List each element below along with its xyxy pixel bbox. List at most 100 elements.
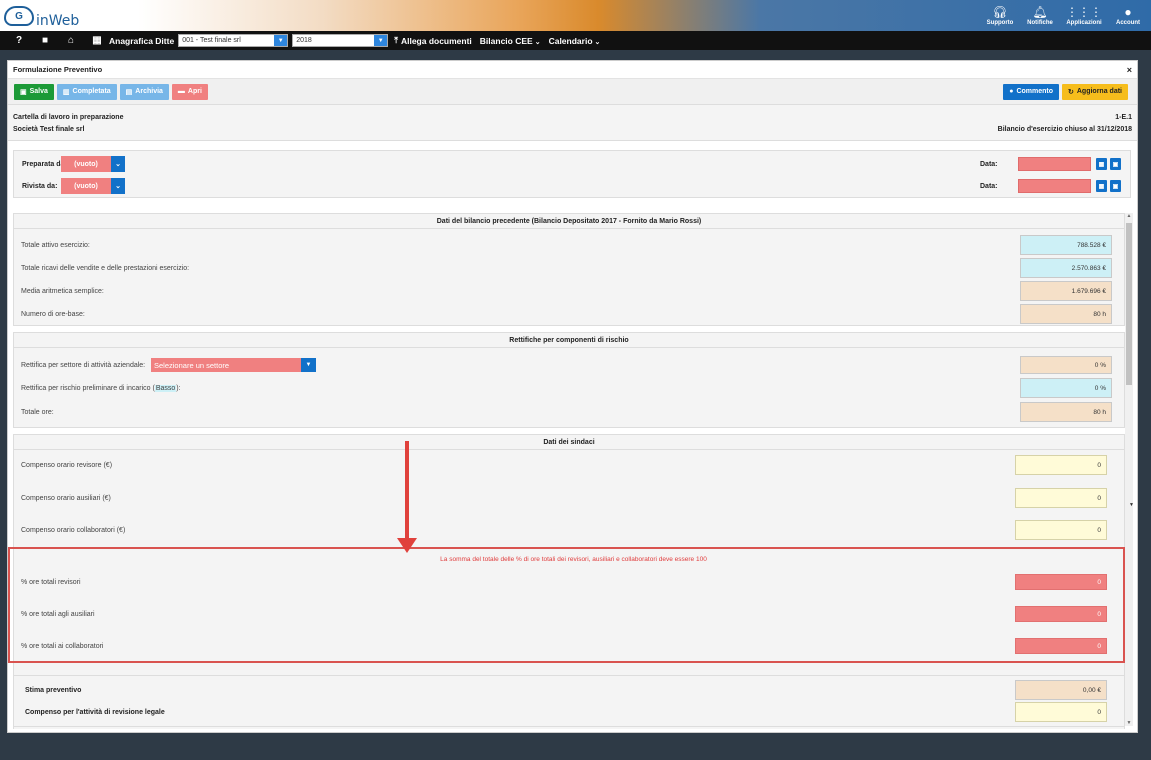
- nav-allega-documenti[interactable]: Allega documenti: [401, 36, 472, 46]
- nav-calendario[interactable]: Calendario ⌄: [549, 36, 601, 46]
- save-button[interactable]: ▣ Salva: [14, 83, 54, 100]
- calendar-grid-icon[interactable]: ▦: [1096, 180, 1107, 192]
- archivia-label: Archivia: [135, 88, 163, 95]
- totale-ore-value: 80 h: [1020, 402, 1112, 422]
- company-select[interactable]: 001 - Test finale srl ▼: [178, 34, 289, 47]
- row-label: Compenso orario ausiliari (€): [21, 494, 111, 502]
- rischio-label: Rettifica per rischio preliminare di inc…: [21, 384, 181, 392]
- toolbar-right: ● Commento ↻ Aggiorna dati: [1003, 83, 1131, 100]
- year-select[interactable]: 2018 ▼: [292, 34, 389, 47]
- table-row: Totale ore: 80 h: [14, 402, 1124, 422]
- headphones-icon: 🎧︎: [992, 4, 1008, 19]
- preparata-date-input[interactable]: [1018, 157, 1091, 171]
- aggiorna-dati-button[interactable]: ↻ Aggiorna dati: [1062, 83, 1128, 100]
- completata-button[interactable]: ▥ Completata: [56, 83, 117, 100]
- section-title: Dati dei sindaci: [14, 435, 1124, 450]
- table-row: Compenso orario ausiliari (€) 0: [14, 488, 1124, 508]
- scroll-down-icon[interactable]: ▼: [1125, 720, 1133, 726]
- home-icon[interactable]: ⌂: [65, 35, 77, 46]
- settore-select[interactable]: Selezionare un settore: [151, 358, 301, 372]
- preparata-row: Preparata da: (vuoto) ⌄ Data: ▦ ▣: [14, 156, 1130, 172]
- compenso-collaboratori-input[interactable]: 0: [1015, 520, 1107, 540]
- panel-title: Formulazione Preventivo: [13, 65, 103, 74]
- calendar-icon[interactable]: ▣: [1110, 180, 1121, 192]
- row-label: Rettifica per settore di attività aziend…: [21, 361, 146, 369]
- nav-anagrafica-ditte[interactable]: Anagrafica Ditte: [109, 36, 174, 46]
- chevron-down-icon: ▼: [374, 35, 388, 46]
- video-icon[interactable]: ■: [39, 35, 51, 46]
- rivista-data-label: Data:: [980, 182, 998, 190]
- totale-ricavi-value: 2.570.863 €: [1020, 258, 1112, 278]
- scroll-thumb[interactable]: [1126, 223, 1132, 385]
- floppy-icon: ▣: [20, 88, 27, 96]
- annotation-highlight-box: [8, 547, 1125, 663]
- section-bilancio-precedente: Dati del bilancio precedente (Bilancio D…: [13, 213, 1125, 326]
- account-button[interactable]: ● Account: [1109, 0, 1147, 31]
- preparata-select[interactable]: (vuoto): [61, 156, 111, 172]
- table-row: Totale ricavi delle vendite e delle pres…: [14, 258, 1124, 278]
- completata-label: Completata: [72, 88, 111, 95]
- refresh-icon: ↻: [1068, 88, 1074, 96]
- year-select-value: 2018: [296, 37, 312, 44]
- risk-level-badge: Basso: [154, 384, 177, 392]
- archivia-button[interactable]: ▤ Archivia: [119, 83, 169, 100]
- comment-icon: ●: [1009, 88, 1014, 95]
- apri-button[interactable]: ▬ Apri: [171, 83, 208, 100]
- calendar-icon[interactable]: ▣: [1110, 158, 1121, 170]
- support-button[interactable]: 🎧︎ Supporto: [981, 0, 1019, 31]
- stima-value: 0,00 €: [1015, 680, 1107, 700]
- compenso-revisore-input[interactable]: 0: [1015, 455, 1107, 475]
- totale-attivo-value: 788.528 €: [1020, 235, 1112, 255]
- app-logo[interactable]: G inWeb: [4, 2, 79, 30]
- row-label: Numero di ore-base:: [21, 310, 85, 318]
- folder-icon: ▬: [177, 88, 185, 95]
- row-label: Totale attivo esercizio:: [21, 241, 90, 249]
- logo-text: inWeb: [36, 13, 80, 29]
- applications-button[interactable]: ⋮⋮⋮ Applicazioni: [1061, 0, 1107, 31]
- compenso-ausiliari-input[interactable]: 0: [1015, 488, 1107, 508]
- table-row: Compenso per l'attività di revisione leg…: [14, 702, 1124, 722]
- chevron-down-icon[interactable]: ⌄: [111, 178, 125, 194]
- vertical-scrollbar[interactable]: ▲ ▼: [1125, 213, 1133, 726]
- calendar-grid-icon[interactable]: ▦: [1096, 158, 1107, 170]
- compenso-revisione-input[interactable]: 0: [1015, 702, 1107, 722]
- commento-button[interactable]: ● Commento: [1003, 83, 1059, 100]
- scroll-up-icon[interactable]: ▲: [1125, 213, 1133, 219]
- trash-icon: ▥: [62, 88, 70, 96]
- table-row: Rettifica per settore di attività aziend…: [14, 355, 1124, 375]
- grid-icon: ⋮⋮⋮: [1066, 4, 1102, 19]
- chevron-down-icon: ⌄: [594, 38, 601, 46]
- preparata-data-label: Data:: [980, 160, 998, 168]
- table-row: Numero di ore-base: 80 h: [14, 304, 1124, 324]
- aggiorna-label: Aggiorna dati: [1076, 88, 1122, 95]
- ore-base-value: 80 h: [1020, 304, 1112, 324]
- rivista-select[interactable]: (vuoto): [61, 178, 111, 194]
- help-icon[interactable]: ?: [13, 35, 25, 46]
- company-select-value: 001 - Test finale srl: [182, 37, 241, 44]
- media-aritmetica-value: 1.679.696 €: [1020, 281, 1112, 301]
- chevron-down-icon[interactable]: ▼: [301, 358, 316, 372]
- rischio-label-pre: Rettifica per rischio preliminare di inc…: [21, 384, 155, 392]
- section-title: Dati del bilancio precedente (Bilancio D…: [14, 214, 1124, 229]
- table-row: Compenso orario revisore (€) 0: [14, 455, 1124, 475]
- notifications-button[interactable]: 🔔︎ Notifiche: [1021, 0, 1059, 31]
- chevron-down-icon: ⌄: [534, 38, 541, 46]
- header-actions: 🎧︎ Supporto 🔔︎ Notifiche ⋮⋮⋮ Applicazion…: [979, 0, 1147, 31]
- cloud-logo-icon: G: [4, 6, 34, 26]
- company-name: Società Test finale srl: [13, 125, 85, 133]
- rivista-date-input[interactable]: [1018, 179, 1091, 193]
- support-label: Supporto: [986, 19, 1014, 26]
- top-header: G inWeb 🎧︎ Supporto 🔔︎ Notifiche ⋮⋮⋮ App…: [0, 0, 1151, 31]
- bell-icon: 🔔︎: [1032, 4, 1048, 19]
- table-row: Media aritmetica semplice: 1.679.696 €: [14, 281, 1124, 301]
- table-row: Totale attivo esercizio: 788.528 €: [14, 235, 1124, 255]
- chevron-down-icon[interactable]: ⌄: [111, 156, 125, 172]
- row-label: Totale ricavi delle vendite e delle pres…: [21, 264, 190, 272]
- calendario-label: Calendario: [548, 35, 593, 46]
- nav-bilancio-cee[interactable]: Bilancio CEE ⌄: [480, 36, 541, 46]
- upload-icon: ⤒: [394, 35, 398, 45]
- table-row: Rettifica per rischio preliminare di inc…: [14, 378, 1124, 398]
- rivista-row: Rivista da: (vuoto) ⌄ Data: ▦ ▣: [14, 178, 1130, 194]
- row-label: Media aritmetica semplice:: [21, 287, 104, 295]
- close-icon[interactable]: ×: [1127, 65, 1132, 75]
